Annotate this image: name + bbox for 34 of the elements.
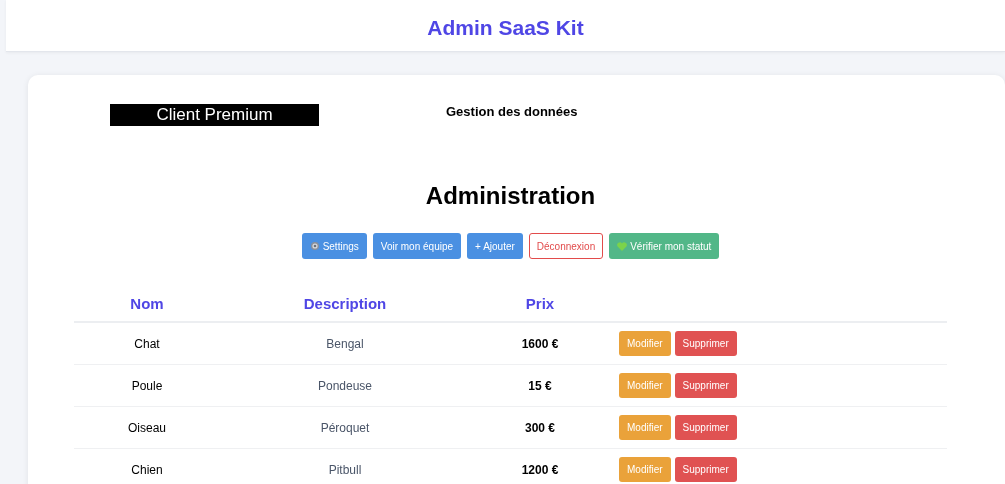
client-badge: Client Premium: [110, 104, 319, 126]
table-cell: Chien: [131, 462, 163, 477]
delete-button[interactable]: Supprimer: [674, 373, 737, 398]
table-cell: Poule: [131, 378, 163, 393]
table-cell: 1600 €: [521, 336, 559, 351]
table-cell: Péroquet: [320, 420, 370, 435]
section-subtitle: Gestion des données: [446, 104, 578, 119]
edit-button[interactable]: Modifier: [619, 331, 671, 356]
table-cell: Bengal: [326, 336, 364, 351]
edit-button[interactable]: Modifier: [619, 373, 671, 398]
table-cell: Pondeuse: [317, 378, 372, 393]
delete-button[interactable]: Supprimer: [674, 331, 737, 356]
table-cell: 1200 €: [521, 462, 559, 477]
column-header: Description: [303, 294, 387, 312]
table-cell: 300 €: [525, 420, 555, 435]
table-cell: Chat: [134, 336, 160, 351]
heart-icon: [617, 241, 628, 251]
delete-button[interactable]: Supprimer: [674, 457, 737, 482]
column-header: Prix: [525, 294, 555, 312]
action-button[interactable]: + Ajouter: [467, 233, 523, 259]
action-button[interactable]: Settings: [301, 233, 367, 259]
edit-button[interactable]: Modifier: [619, 415, 671, 440]
table-cell: 15 €: [528, 378, 552, 393]
action-button[interactable]: Voir mon équipe: [372, 233, 462, 259]
delete-button[interactable]: Supprimer: [674, 415, 737, 440]
page-heading: Administration: [424, 181, 597, 211]
table-cell: Pitbull: [328, 462, 362, 477]
app-title: Admin SaaS Kit: [426, 15, 585, 41]
edit-button[interactable]: Modifier: [619, 457, 671, 482]
gear-icon: [309, 241, 320, 251]
action-button[interactable]: Déconnexion: [528, 233, 604, 259]
column-header: Nom: [130, 294, 164, 312]
action-button[interactable]: Vérifier mon statut: [609, 233, 720, 259]
table-cell: Oiseau: [128, 420, 166, 435]
